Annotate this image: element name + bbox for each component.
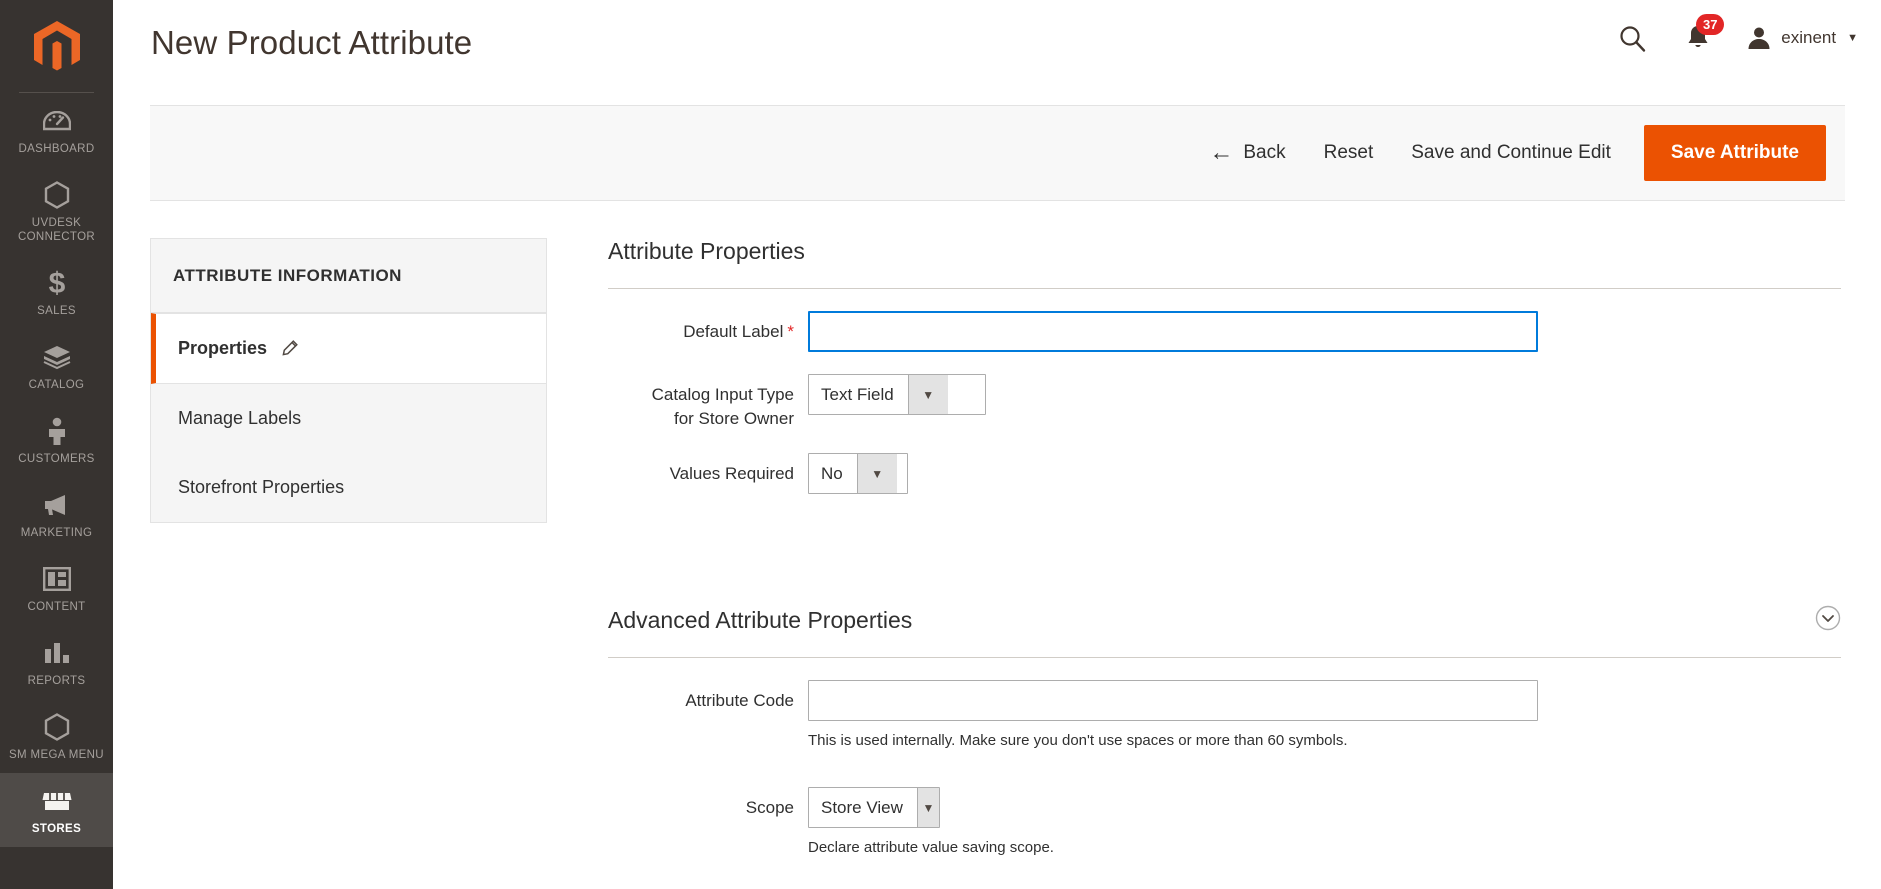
values-required-control: No ▼ bbox=[808, 453, 1841, 494]
page-header: New Product Attribute 37 exinent ▼ bbox=[113, 0, 1881, 93]
svg-text:$: $ bbox=[48, 268, 65, 298]
field-scope: Scope Store View ▼ Declare attribute val… bbox=[608, 749, 1841, 856]
bar-chart-icon bbox=[42, 638, 72, 668]
sidebar-item-marketing[interactable]: Marketing bbox=[0, 477, 113, 551]
sidebar-item-content[interactable]: Content bbox=[0, 551, 113, 625]
user-name: exinent bbox=[1781, 28, 1837, 47]
default-label-input[interactable] bbox=[808, 311, 1538, 352]
tab-manage-labels[interactable]: Manage Labels bbox=[151, 384, 546, 453]
save-attribute-button[interactable]: Save Attribute bbox=[1643, 125, 1826, 181]
sidebar-item-label: Dashboard bbox=[18, 143, 95, 155]
field-attribute-code: Attribute Code This is used internally. … bbox=[608, 658, 1841, 749]
sidebar-item-sales[interactable]: $ Sales bbox=[0, 255, 113, 329]
sidebar-item-dashboard[interactable]: Dashboard bbox=[0, 93, 113, 167]
field-default-label: Default Label * bbox=[608, 289, 1841, 352]
sidebar-item-label: Sales bbox=[37, 305, 76, 317]
advanced-attribute-properties-heading: Advanced Attribute Properties bbox=[608, 605, 1841, 658]
select-value: No bbox=[821, 463, 843, 483]
reset-button[interactable]: Reset bbox=[1324, 142, 1374, 164]
megaphone-icon bbox=[42, 490, 72, 520]
field-values-required: Values Required No ▼ bbox=[608, 431, 1841, 494]
pencil-icon bbox=[281, 340, 298, 357]
sidebar-item-label: Marketing bbox=[20, 527, 93, 539]
user-avatar-icon bbox=[1748, 27, 1770, 49]
header-actions: 37 exinent ▼ bbox=[1610, 14, 1858, 54]
chevron-down-icon: ▼ bbox=[907, 375, 948, 414]
arrow-left-icon: ← bbox=[1209, 139, 1234, 166]
tab-properties[interactable]: Properties bbox=[151, 313, 546, 384]
values-required-label: Values Required bbox=[669, 464, 794, 483]
attribute-code-control: This is used internally. Make sure you d… bbox=[808, 680, 1841, 749]
tab-storefront-properties[interactable]: Storefront Properties bbox=[151, 453, 546, 522]
dashboard-gauge-icon bbox=[42, 106, 72, 136]
required-marker: * bbox=[787, 322, 794, 341]
storefront-icon bbox=[42, 786, 72, 816]
magento-logo-icon bbox=[33, 20, 80, 70]
default-label-label: Default Label * bbox=[683, 322, 794, 341]
sidebar-item-uvdesk-connector[interactable]: UVdesk Connector bbox=[0, 167, 113, 255]
scope-label: Scope bbox=[745, 798, 794, 817]
attribute-code-label: Attribute Code bbox=[685, 691, 794, 710]
hexagon-icon bbox=[42, 180, 72, 210]
advanced-attribute-properties-section: Advanced Attribute Properties Attribute … bbox=[608, 605, 1841, 856]
attribute-code-input[interactable] bbox=[808, 680, 1538, 721]
tab-label: Manage Labels bbox=[178, 408, 302, 428]
sidebar-item-label: Customers bbox=[18, 453, 95, 465]
box-icon bbox=[42, 342, 72, 372]
dollar-icon: $ bbox=[42, 268, 72, 298]
attribute-information-panel: ATTRIBUTE INFORMATION Properties Manage … bbox=[150, 238, 547, 523]
select-value: Text Field bbox=[821, 384, 894, 404]
notifications-button[interactable]: 37 bbox=[1668, 14, 1728, 54]
sidebar-item-label: Reports bbox=[27, 675, 86, 687]
chevron-down-icon: ▼ bbox=[1847, 32, 1858, 44]
select-value: Store View bbox=[821, 797, 903, 817]
sidebar-item-label: SM Mega Menu bbox=[9, 749, 104, 761]
sidebar-item-stores[interactable]: Stores bbox=[0, 773, 113, 847]
magento-logo[interactable] bbox=[0, 0, 113, 93]
person-icon bbox=[42, 416, 72, 446]
save-and-continue-edit-button[interactable]: Save and Continue Edit bbox=[1411, 142, 1611, 164]
tab-label: Storefront Properties bbox=[178, 477, 345, 497]
sidebar-item-catalog[interactable]: Catalog bbox=[0, 329, 113, 403]
panel-title: ATTRIBUTE INFORMATION bbox=[151, 239, 546, 313]
sidebar-item-sm-mega-menu[interactable]: SM Mega Menu bbox=[0, 699, 113, 773]
layout-icon bbox=[42, 564, 72, 594]
attribute-code-hint: This is used internally. Make sure you d… bbox=[808, 732, 1348, 749]
attribute-properties-heading: Attribute Properties bbox=[608, 238, 1841, 289]
field-catalog-input-type: Catalog Input Type for Store Owner Text … bbox=[608, 352, 1841, 431]
back-button-label: Back bbox=[1243, 142, 1286, 163]
hexagon-icon bbox=[42, 712, 72, 742]
sidebar-item-label: Content bbox=[27, 601, 86, 613]
scope-control: Store View ▼ Declare attribute value sav… bbox=[808, 787, 1841, 856]
back-button[interactable]: ← Back bbox=[1209, 141, 1285, 165]
user-menu[interactable]: exinent ▼ bbox=[1746, 25, 1858, 51]
catalog-input-type-control: Text Field ▼ bbox=[808, 374, 1841, 415]
chevron-down-icon: ▼ bbox=[856, 454, 897, 493]
sidebar-item-customers[interactable]: Customers bbox=[0, 403, 113, 477]
page-title: New Product Attribute bbox=[151, 24, 473, 61]
attribute-form: Attribute Properties Default Label * Cata… bbox=[608, 238, 1841, 856]
sidebar-item-reports[interactable]: Reports bbox=[0, 625, 113, 699]
chevron-down-icon: ▼ bbox=[916, 788, 939, 827]
notification-count-badge: 37 bbox=[1696, 14, 1725, 35]
page-actions-toolbar: ← Back Reset Save and Continue Edit Save… bbox=[150, 105, 1845, 201]
values-required-select[interactable]: No ▼ bbox=[808, 453, 908, 494]
admin-page: Dashboard UVdesk Connector $ Sales bbox=[0, 0, 1881, 889]
search-icon[interactable] bbox=[1610, 22, 1654, 54]
main-sidebar: Dashboard UVdesk Connector $ Sales bbox=[0, 0, 113, 889]
page-content: ← Back Reset Save and Continue Edit Save… bbox=[113, 93, 1881, 889]
scope-hint: Declare attribute value saving scope. bbox=[808, 839, 1054, 856]
sidebar-item-label: Catalog bbox=[28, 379, 85, 391]
sidebar-item-label: Stores bbox=[31, 823, 82, 835]
tab-label: Properties bbox=[178, 338, 268, 358]
default-label-control bbox=[808, 311, 1841, 352]
scope-select[interactable]: Store View ▼ bbox=[808, 787, 940, 828]
chevron-down-circle-icon[interactable] bbox=[1815, 605, 1841, 637]
sidebar-item-label: UVdesk Connector bbox=[17, 217, 96, 243]
catalog-input-type-select[interactable]: Text Field ▼ bbox=[808, 374, 986, 415]
catalog-input-type-label: Catalog Input Type for Store Owner bbox=[651, 385, 794, 428]
